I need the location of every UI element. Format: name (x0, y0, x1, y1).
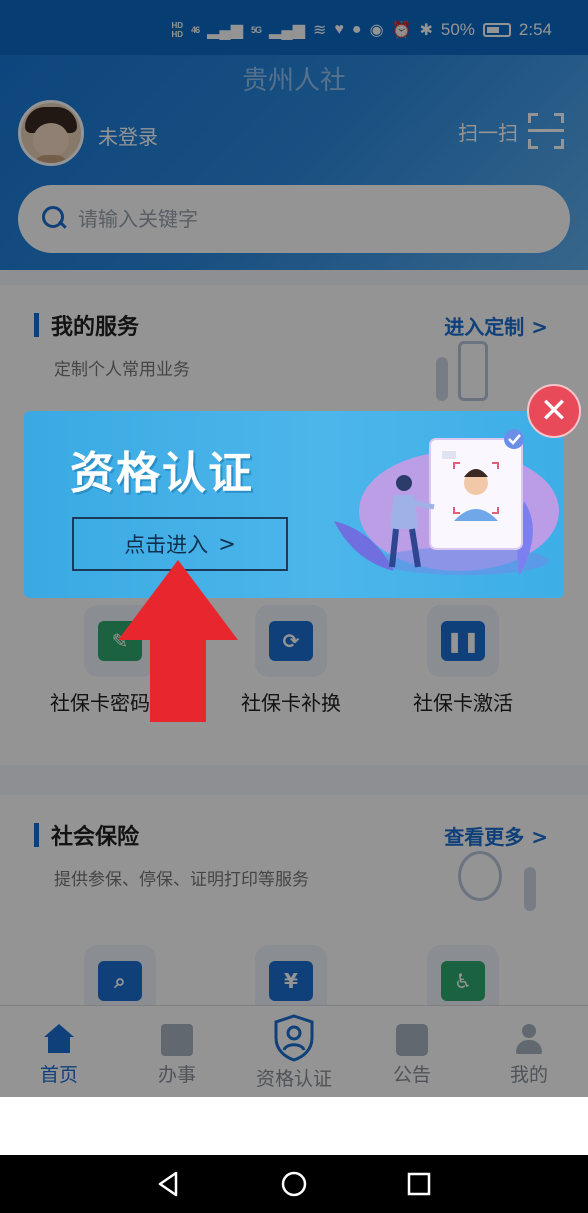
face-verification-illustration (334, 429, 559, 576)
back-icon[interactable] (154, 1169, 184, 1199)
close-popup-button[interactable]: ✕ (527, 384, 581, 438)
red-arrow-annotation (118, 560, 238, 722)
chevron-right-icon: > (218, 532, 236, 556)
recents-icon[interactable] (404, 1169, 434, 1199)
close-icon: ✕ (539, 391, 569, 431)
system-navigation-bar (0, 1155, 588, 1213)
popup-title: 资格认证 (70, 448, 254, 499)
enter-button-label: 点击进入 (124, 533, 209, 557)
certification-popup: 资格认证 点击进入 > (24, 411, 564, 598)
home-circle-icon[interactable] (279, 1169, 309, 1199)
